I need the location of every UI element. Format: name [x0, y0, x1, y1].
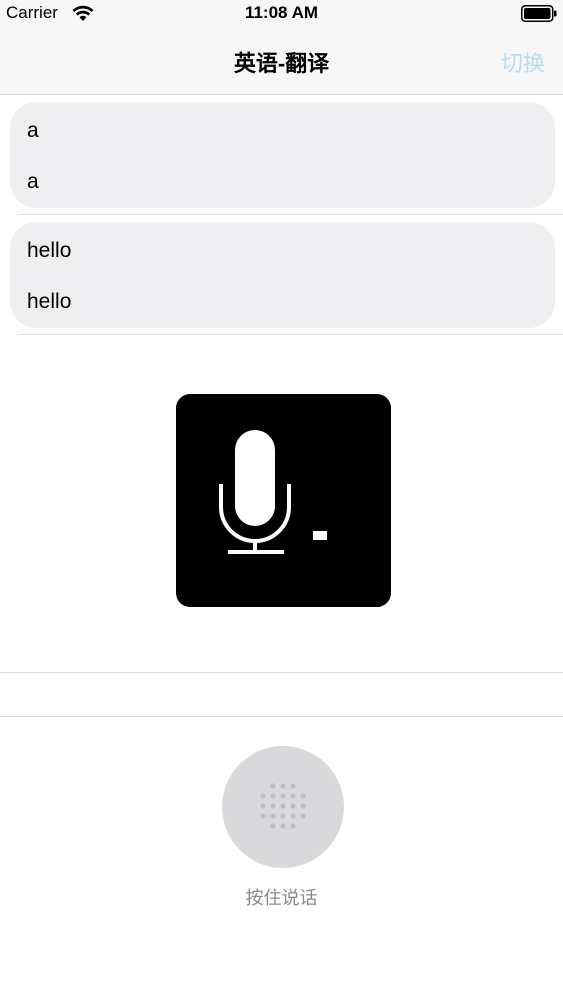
status-bar: Carrier 11:08 AM: [0, 0, 563, 28]
divider: [0, 716, 563, 717]
translation-row[interactable]: hello hello: [10, 222, 555, 328]
row-divider: [18, 214, 563, 215]
page-title: 英语-翻译: [233, 51, 330, 76]
push-to-talk-label: 按住说话: [245, 888, 318, 908]
row-divider: [18, 334, 563, 335]
divider: [0, 672, 563, 673]
translation-row[interactable]: a a: [10, 102, 555, 208]
result-text: a: [27, 170, 39, 193]
recording-overlay: [176, 394, 391, 607]
source-text: hello: [27, 239, 72, 262]
volume-level-icon: [313, 531, 327, 540]
battery-icon: [521, 5, 557, 22]
switch-button[interactable]: 切换: [501, 46, 545, 78]
status-time: 11:08 AM: [244, 3, 319, 22]
source-text: a: [27, 119, 39, 142]
microphone-icon: [219, 430, 327, 554]
result-text: hello: [27, 290, 72, 313]
push-to-talk-button[interactable]: [222, 746, 344, 868]
nav-bar: 英语-翻译 切换: [0, 28, 563, 95]
dots-grid-icon: [260, 783, 306, 829]
